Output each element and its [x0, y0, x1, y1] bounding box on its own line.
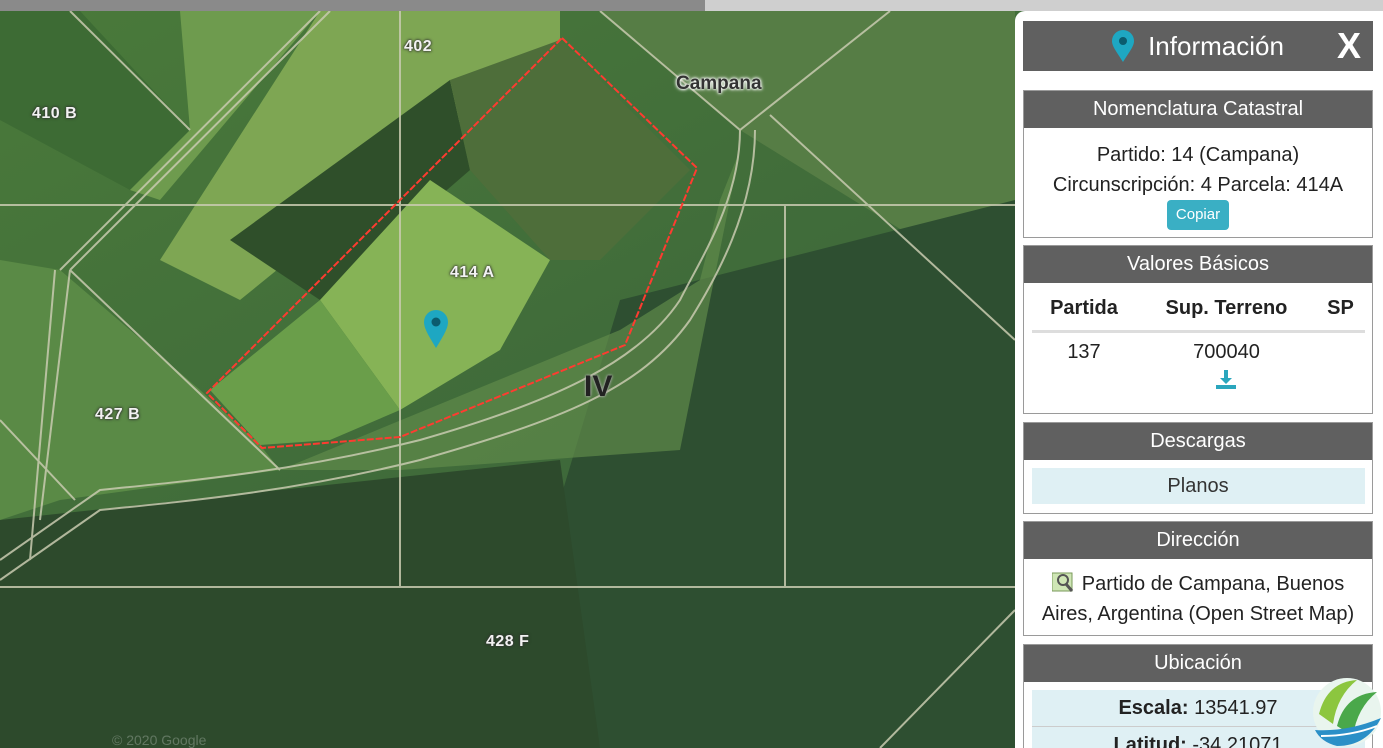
valores-section: Valores Básicos Partida Sup. Terreno SP …: [1023, 245, 1373, 414]
circunscripcion-text: Circunscripción: 4 Parcela: 414A: [1052, 174, 1344, 196]
section-title: Valores Básicos: [1024, 246, 1372, 283]
direccion-text: Partido de Campana, Buenos Aires, Argent…: [1041, 573, 1355, 625]
map-attribution: © 2020 Google: [112, 732, 207, 748]
column-header: SP: [1316, 283, 1365, 333]
latitud-label: Latitud:: [1113, 734, 1187, 748]
loading-bar: [0, 0, 1383, 11]
partido-text: Partido: 14 (Campana): [1096, 144, 1300, 166]
location-pin-icon: [1112, 30, 1135, 62]
escala-value: 13541.97: [1194, 697, 1278, 719]
partida-cell: 137: [1067, 341, 1101, 363]
panel-header: Información X: [1023, 21, 1373, 71]
sp-cell: [1316, 332, 1364, 365]
panel-title: Información: [1148, 30, 1284, 61]
parcel-label: 410 B: [32, 105, 78, 122]
table-row: 137 700040: [1032, 332, 1365, 365]
parcel-label: 428 F: [486, 633, 530, 650]
valores-table: Partida Sup. Terreno SP 137 700040: [1031, 283, 1365, 396]
parcel-label: 427 B: [95, 406, 141, 423]
town-label: Campana: [676, 73, 762, 94]
download-icon[interactable]: [1215, 370, 1237, 390]
column-header: Sup. Terreno: [1136, 283, 1317, 333]
info-panel: Información X Nomenclatura Catastral Par…: [1015, 11, 1383, 748]
nomenclatura-section: Nomenclatura Catastral Partido: 14 (Camp…: [1023, 90, 1373, 238]
descargas-section: Descargas Planos: [1023, 422, 1373, 514]
section-title: Dirección: [1024, 522, 1372, 559]
brand-logo-icon: [1313, 678, 1381, 746]
map-search-icon[interactable]: [1051, 571, 1076, 593]
planos-link[interactable]: Planos: [1031, 468, 1365, 504]
section-title: Nomenclatura Catastral: [1024, 91, 1372, 128]
parcel-label: 402: [404, 38, 433, 55]
close-button[interactable]: X: [1337, 25, 1361, 67]
superficie-cell: 700040: [1193, 341, 1260, 363]
parcel-label: 414 A: [450, 264, 495, 281]
section-title: Descargas: [1024, 423, 1372, 460]
column-header: Partida: [1031, 283, 1137, 333]
latitud-value: -34.21071: [1192, 734, 1283, 748]
circunscripcion-label: IV: [584, 370, 613, 403]
direccion-section: Dirección Partido de Campana, Buenos Air…: [1023, 521, 1373, 636]
escala-label: Escala:: [1118, 697, 1189, 719]
copy-button[interactable]: Copiar: [1166, 200, 1230, 230]
